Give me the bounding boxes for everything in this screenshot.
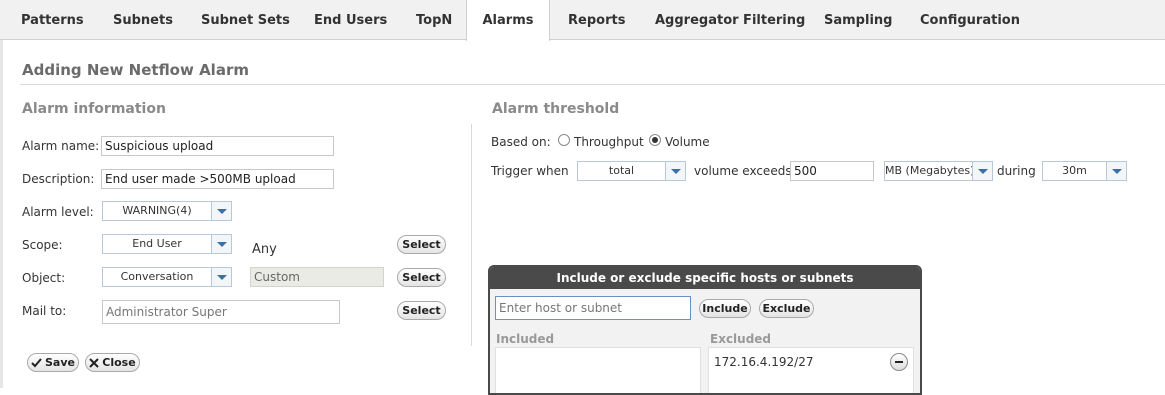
exceeds-value-input[interactable]: 500	[790, 161, 874, 181]
during-value: 30m	[1062, 164, 1087, 177]
alarm-threshold-heading: Alarm threshold	[492, 101, 620, 117]
left-border	[0, 40, 3, 388]
object-select[interactable]: Conversation	[102, 267, 232, 287]
chevron-down-icon	[972, 162, 992, 180]
tab-end-users[interactable]: End Users	[314, 0, 387, 40]
alarm-level-select[interactable]: WARNING(4)	[102, 201, 232, 221]
chevron-down-icon	[1106, 162, 1126, 180]
volume-label: Volume	[665, 135, 710, 149]
alarm-name-input[interactable]: Suspicious upload	[101, 136, 334, 156]
title-divider	[20, 84, 1165, 85]
object-text-field: Custom	[250, 267, 384, 287]
alarm-name-label: Alarm name:	[22, 139, 100, 153]
included-header: Included	[496, 332, 555, 346]
tab-sampling[interactable]: Sampling	[824, 0, 892, 40]
based-on-label: Based on:	[491, 135, 551, 149]
alarm-level-value: WARNING(4)	[122, 204, 192, 217]
scope-select[interactable]: End User	[102, 234, 232, 254]
during-select[interactable]: 30m	[1042, 161, 1127, 181]
excluded-header: Excluded	[710, 332, 772, 346]
trigger-select[interactable]: total	[577, 161, 686, 181]
section-divider	[471, 124, 472, 346]
tab-reports[interactable]: Reports	[568, 0, 625, 40]
hosts-panel-title: Include or exclude specific hosts or sub…	[490, 267, 920, 289]
tab-aggregator-filtering[interactable]: Aggregator Filtering	[655, 0, 805, 40]
volume-radio[interactable]	[649, 134, 661, 146]
close-button[interactable]: Close	[85, 353, 140, 372]
chevron-down-icon	[211, 268, 231, 286]
object-label: Object:	[22, 271, 66, 285]
alarm-information-heading: Alarm information	[22, 101, 166, 117]
chevron-down-icon	[211, 235, 231, 253]
chevron-down-icon	[665, 162, 685, 180]
alarm-level-label: Alarm level:	[22, 205, 94, 219]
exclude-button[interactable]: Exclude	[759, 299, 814, 318]
hosts-panel-body: Enter host or subnet Include Exclude Inc…	[490, 289, 920, 393]
excluded-item-label: 172.16.4.192/27	[714, 355, 814, 369]
volume-exceeds-label: volume exceeds	[694, 164, 792, 178]
description-input[interactable]: End user made >500MB upload	[101, 169, 334, 189]
description-label: Description:	[22, 172, 95, 186]
hosts-panel: Include or exclude specific hosts or sub…	[488, 265, 922, 395]
save-button-label: Save	[45, 356, 75, 369]
object-select-button[interactable]: Select	[397, 268, 446, 287]
save-button[interactable]: Save	[27, 353, 79, 372]
tab-subnets[interactable]: Subnets	[113, 0, 173, 40]
trigger-when-label: Trigger when	[491, 164, 569, 178]
throughput-radio[interactable]	[558, 134, 570, 146]
page-title: Adding New Netflow Alarm	[22, 61, 249, 79]
scope-value: End User	[132, 237, 182, 250]
scope-label: Scope:	[22, 238, 63, 252]
include-button[interactable]: Include	[699, 299, 751, 318]
list-item[interactable]: 172.16.4.192/27	[709, 348, 913, 374]
mail-to-field[interactable]: Administrator Super	[102, 300, 340, 324]
tab-alarms[interactable]: Alarms	[466, 0, 550, 41]
tab-patterns[interactable]: Patterns	[21, 0, 84, 40]
host-subnet-input[interactable]: Enter host or subnet	[495, 296, 691, 320]
close-icon	[89, 358, 99, 368]
tab-bar: Patterns Subnets Subnet Sets End Users T…	[0, 0, 1165, 41]
unit-select[interactable]: MB (Megabytes)	[884, 161, 993, 181]
tab-subnet-sets[interactable]: Subnet Sets	[201, 0, 290, 40]
mail-to-select-button[interactable]: Select	[397, 301, 446, 320]
trigger-value: total	[608, 164, 635, 177]
throughput-label: Throughput	[574, 135, 644, 149]
scope-select-button[interactable]: Select	[397, 235, 446, 254]
object-value: Conversation	[120, 270, 194, 283]
mail-to-label: Mail to:	[22, 304, 67, 318]
unit-value: MB (Megabytes)	[885, 164, 972, 177]
tab-topn[interactable]: TopN	[416, 0, 452, 40]
remove-icon[interactable]	[890, 353, 908, 371]
during-label: during	[997, 164, 1036, 178]
chevron-down-icon	[211, 202, 231, 220]
check-icon	[31, 358, 42, 368]
scope-text: Any	[252, 242, 277, 257]
tab-configuration[interactable]: Configuration	[920, 0, 1020, 40]
close-button-label: Close	[102, 356, 136, 369]
